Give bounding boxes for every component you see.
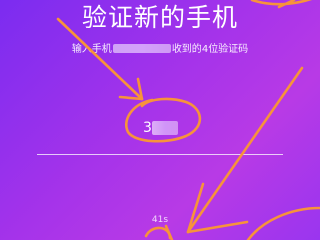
annotation-overlay (56, 0, 320, 240)
left-arrow-stroke (56, 17, 144, 101)
top-swoosh-stroke (250, 0, 313, 6)
verify-phone-screen: 验证新的手机 输入手机 收到的4位验证码 3 41s (0, 0, 320, 240)
diagonal-arrow-stroke (186, 66, 304, 234)
code-circle-stroke (125, 97, 202, 143)
lower-right-curve (246, 206, 320, 240)
